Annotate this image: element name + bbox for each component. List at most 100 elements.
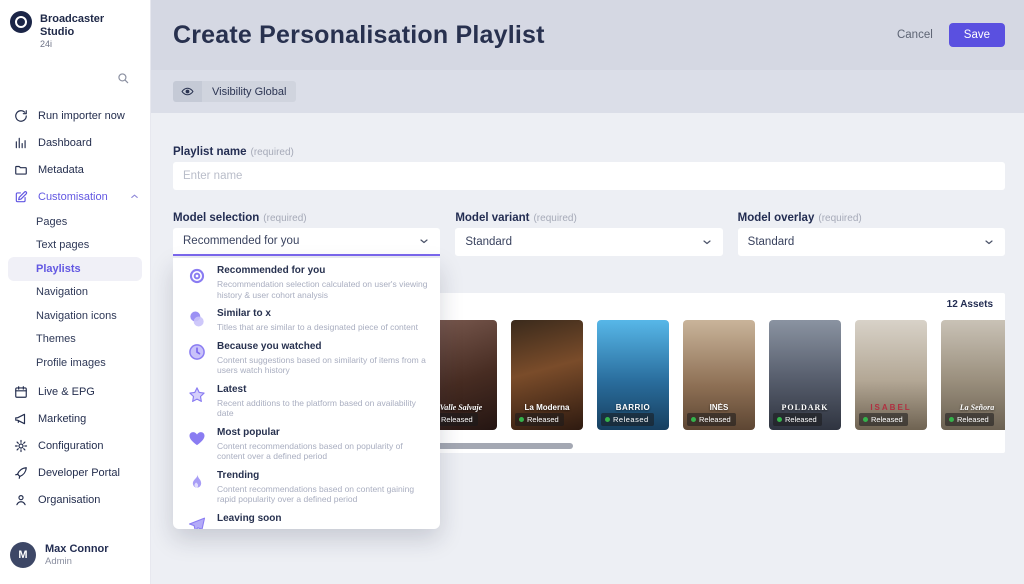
visibility-toolbar: Visibility Global (151, 70, 1024, 113)
released-badge: Released (515, 413, 564, 426)
chevron-up-icon (129, 191, 140, 202)
released-badge: Released (601, 413, 654, 426)
save-button[interactable]: Save (949, 23, 1005, 47)
option-leaving-soon[interactable]: Leaving soon Titles scheduled for remova… (173, 509, 440, 530)
status-dot-icon (519, 417, 524, 422)
sidebar-item-dashboard[interactable]: Dashboard (0, 129, 150, 156)
sidebar-item-navigation-icons[interactable]: Navigation icons (0, 304, 150, 328)
asset-poster[interactable]: La Señora Released (941, 320, 1005, 430)
clock-icon (187, 342, 207, 362)
app-name: Broadcaster Studio (40, 11, 140, 39)
playlist-name-label: Playlist name(required) (173, 146, 1005, 158)
sidebar-item-themes[interactable]: Themes (0, 328, 150, 352)
option-latest[interactable]: Latest Recent additions to the platform … (173, 380, 440, 423)
asset-poster[interactable]: INÉS Released (683, 320, 755, 430)
assets-count: 12 Assets (947, 299, 993, 310)
option-recommended-for-you[interactable]: Recommended for you Recommendation selec… (173, 261, 440, 304)
main-area: Create Personalisation Playlist Cancel S… (151, 0, 1024, 584)
search-icon[interactable] (116, 71, 130, 90)
visibility-global-toggle[interactable]: Visibility Global (173, 81, 296, 102)
asset-poster[interactable]: La Moderna Released (511, 320, 583, 430)
paper-plane-icon (187, 514, 207, 530)
chevron-down-icon (983, 236, 995, 248)
chevron-down-icon (418, 235, 430, 247)
sidebar-item-label: Developer Portal (38, 467, 120, 479)
page-title: Create Personalisation Playlist (173, 21, 545, 50)
sidebar-item-label: Dashboard (38, 137, 92, 149)
form-content: Playlist name(required) Model selection(… (151, 113, 1024, 584)
released-badge: Released (859, 413, 908, 426)
eye-icon (173, 81, 202, 102)
sidebar-item-label: Run importer now (38, 110, 125, 122)
sidebar-item-marketing[interactable]: Marketing (0, 406, 150, 433)
sidebar-item-text-pages[interactable]: Text pages (0, 234, 150, 258)
user-profile[interactable]: M Max Connor Admin (0, 542, 150, 584)
asset-poster[interactable]: POLDARK Released (769, 320, 841, 430)
rocket-icon (14, 466, 28, 480)
option-most-popular[interactable]: Most popular Content recommendations bas… (173, 423, 440, 466)
released-badge: Released (945, 413, 994, 426)
target-circles-icon (187, 266, 207, 286)
released-badge: Released (773, 413, 822, 426)
asset-poster[interactable]: ISABEL Released (855, 320, 927, 430)
user-name: Max Connor (45, 543, 109, 556)
sidebar-item-label: Customisation (38, 191, 108, 203)
model-variant-field: Model variant(required) Standard (455, 212, 722, 256)
sidebar-item-label: Configuration (38, 440, 103, 452)
model-selection-label: Model selection(required) (173, 212, 440, 224)
status-dot-icon (863, 417, 868, 422)
heart-icon (187, 428, 207, 448)
status-dot-icon (691, 417, 696, 422)
sidebar-item-playlists[interactable]: Playlists (8, 257, 142, 281)
released-badge: Released (687, 413, 736, 426)
sidebar-item-developer-portal[interactable]: Developer Portal (0, 460, 150, 487)
option-because-you-watched[interactable]: Because you watched Content suggestions … (173, 337, 440, 380)
sidebar-item-live-epg[interactable]: Live & EPG (0, 379, 150, 406)
sidebar-item-pages[interactable]: Pages (0, 210, 150, 234)
page-header: Create Personalisation Playlist Cancel S… (151, 0, 1024, 70)
sidebar-item-customisation[interactable]: Customisation (0, 183, 150, 210)
playlist-name-input[interactable] (173, 162, 1005, 190)
cancel-button[interactable]: Cancel (897, 29, 933, 41)
status-dot-icon (777, 417, 782, 422)
status-dot-icon (949, 417, 954, 422)
star-icon (187, 385, 207, 405)
sidebar-item-label: Organisation (38, 494, 100, 506)
option-trending[interactable]: Trending Content recommendations based o… (173, 466, 440, 509)
calendar-icon (14, 385, 28, 399)
sidebar-item-metadata[interactable]: Metadata (0, 156, 150, 183)
flame-icon (187, 471, 207, 491)
playlist-name-field: Playlist name(required) (173, 146, 1005, 190)
model-overlay-select[interactable]: Standard (738, 228, 1005, 256)
sidebar-item-navigation[interactable]: Navigation (0, 281, 150, 305)
sidebar-item-label: Marketing (38, 413, 86, 425)
app-logo-icon (10, 11, 32, 33)
app-version: 24i (40, 39, 140, 49)
overlapping-circles-icon (187, 309, 207, 329)
model-variant-select[interactable]: Standard (455, 228, 722, 256)
edit-icon (14, 190, 28, 204)
sidebar: Broadcaster Studio 24i Run importer now … (0, 0, 151, 584)
sidebar-item-run-importer[interactable]: Run importer now (0, 102, 150, 129)
option-similar-to-x[interactable]: Similar to x Titles that are similar to … (173, 304, 440, 337)
folder-icon (14, 163, 28, 177)
model-variant-label: Model variant(required) (455, 212, 722, 224)
sidebar-item-label: Metadata (38, 164, 84, 176)
sidebar-item-label: Live & EPG (38, 386, 95, 398)
model-selection-field: Model selection(required) Recommended fo… (173, 212, 440, 256)
model-overlay-field: Model overlay(required) Standard (738, 212, 1005, 256)
status-dot-icon (605, 417, 610, 422)
visibility-global-label: Visibility Global (202, 81, 296, 102)
chevron-down-icon (701, 236, 713, 248)
model-selection-select[interactable]: Recommended for you (173, 228, 440, 256)
user-role: Admin (45, 556, 109, 567)
refresh-icon (14, 109, 28, 123)
person-icon (14, 493, 28, 507)
sidebar-item-organisation[interactable]: Organisation (0, 487, 150, 514)
sidebar-item-configuration[interactable]: Configuration (0, 433, 150, 460)
avatar: M (10, 542, 36, 568)
sidebar-item-profile-images[interactable]: Profile images (0, 351, 150, 375)
asset-poster[interactable]: BARRIO Released (597, 320, 669, 430)
gear-icon (14, 439, 28, 453)
model-overlay-label: Model overlay(required) (738, 212, 1005, 224)
